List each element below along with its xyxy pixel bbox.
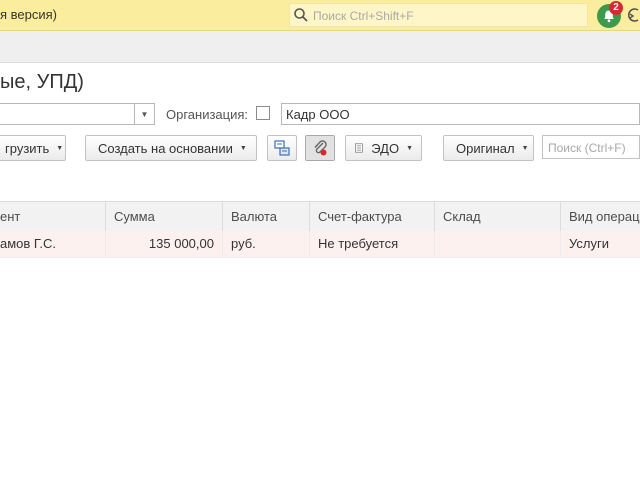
column-header-counterparty[interactable]: ент (0, 202, 106, 231)
original-button[interactable]: Оригинал ▼ (443, 135, 534, 161)
column-header-invoice[interactable]: Счет-фактура (310, 202, 435, 231)
cell-counterparty: амов Г.С. (0, 231, 106, 257)
cell-operation-type: Услуги (569, 236, 609, 251)
paperclip-icon (314, 140, 327, 156)
table-header: ент Сумма Валюта Счет-фактура Склад Вид … (0, 201, 640, 232)
chevron-down-icon: ▼ (56, 144, 64, 152)
period-select[interactable]: ▼ (0, 103, 155, 125)
column-header-currency[interactable]: Валюта (223, 202, 310, 231)
notifications-button[interactable]: 2 (597, 1, 623, 28)
chevron-down-icon[interactable]: ▼ (134, 104, 154, 124)
organization-field[interactable]: Кадр ООО (281, 103, 640, 125)
edo-button[interactable]: ЭДО ▼ (345, 135, 422, 161)
notification-badge: 2 (609, 1, 623, 15)
attach-files-button[interactable] (305, 135, 335, 161)
chevron-down-icon: ▼ (239, 144, 247, 152)
document-structure-icon (274, 140, 290, 156)
chevron-down-icon: ▼ (521, 144, 529, 152)
original-button-label: Оригинал (456, 140, 515, 156)
global-search[interactable] (289, 3, 588, 27)
organization-checkbox[interactable] (256, 106, 270, 120)
cell-invoice: Не требуется (310, 231, 435, 257)
list-search-input[interactable] (546, 139, 640, 157)
upload-button[interactable]: грузить ▼ (0, 135, 66, 161)
create-based-on-button[interactable]: Создать на основании ▼ (85, 135, 257, 161)
page-title: ые, УПД) (0, 71, 84, 93)
upload-button-label: грузить (5, 140, 50, 156)
list-search[interactable] (542, 135, 640, 159)
table-row[interactable]: амов Г.С. 135 000,00 руб. Не требуется У… (0, 231, 640, 258)
column-header-amount[interactable]: Сумма (106, 202, 223, 231)
history-icon[interactable] (627, 7, 640, 26)
top-bar: я версия) 2 (0, 0, 640, 31)
edo-icon (355, 143, 363, 153)
column-header-operation-type[interactable]: Вид операц (561, 202, 640, 231)
cell-currency: руб. (223, 231, 310, 257)
structure-button[interactable] (267, 135, 297, 161)
organization-label: Организация: (166, 107, 249, 122)
edo-button-label: ЭДО (371, 140, 400, 156)
search-icon (293, 7, 309, 23)
cell-amount: 135 000,00 (106, 231, 223, 257)
chevron-down-icon: ▼ (406, 144, 413, 152)
section-panel (0, 31, 640, 63)
cell-warehouse (435, 231, 561, 257)
column-header-warehouse[interactable]: Склад (435, 202, 561, 231)
global-search-input[interactable] (311, 6, 585, 26)
app-title: я версия) (0, 7, 58, 22)
create-based-on-label: Создать на основании (98, 140, 233, 156)
